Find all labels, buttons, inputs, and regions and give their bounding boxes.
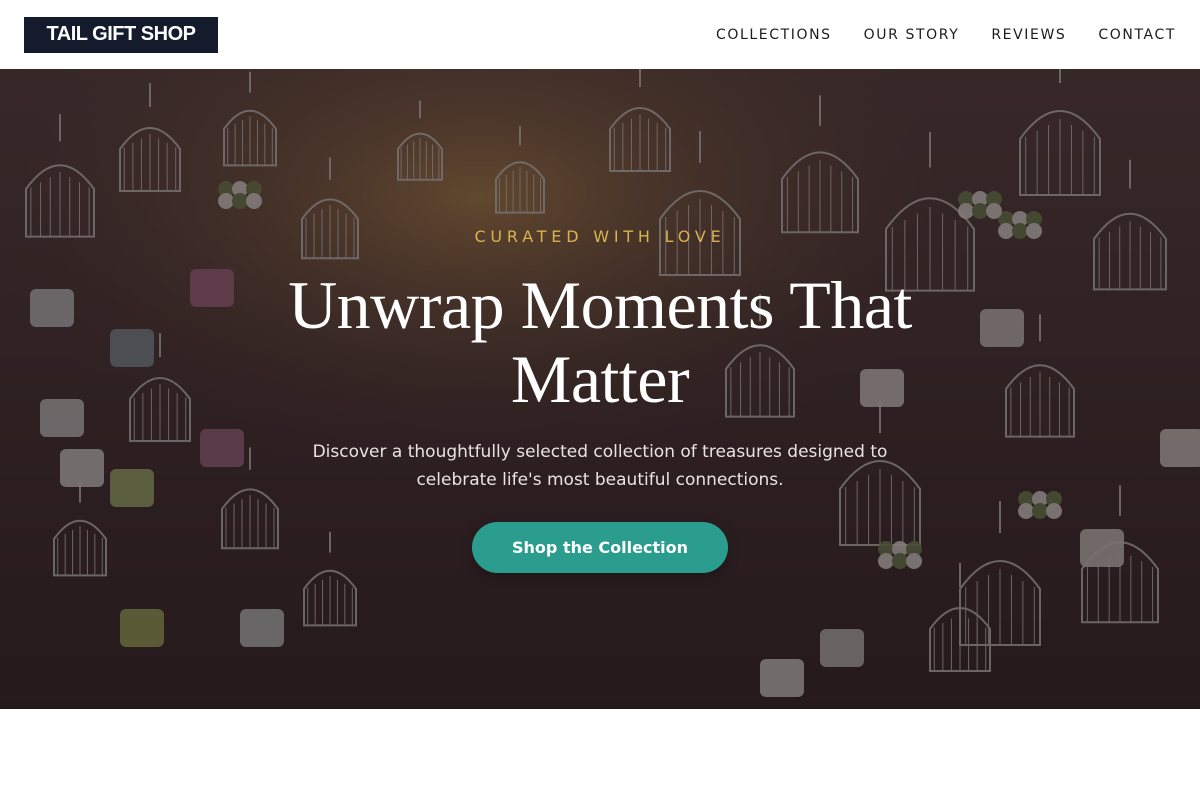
- hero-section: CURATED WITH LOVE Unwrap Moments That Ma…: [0, 69, 1200, 709]
- hero-content: CURATED WITH LOVE Unwrap Moments That Ma…: [0, 69, 1200, 709]
- nav-collections[interactable]: COLLECTIONS: [716, 27, 832, 43]
- hero-subtext: Discover a thoughtfully selected collect…: [312, 442, 888, 490]
- below-fold-area: [0, 709, 1200, 800]
- hero-headline: Unwrap Moments That Matter: [288, 267, 912, 417]
- site-header: TAIL GIFT SHOP COLLECTIONS OUR STORY REV…: [0, 0, 1200, 69]
- logo[interactable]: TAIL GIFT SHOP: [24, 16, 218, 53]
- main-nav: COLLECTIONS OUR STORY REVIEWS CONTACT: [684, 27, 1176, 43]
- hero-eyebrow: CURATED WITH LOVE: [474, 227, 726, 246]
- nav-our-story[interactable]: OUR STORY: [864, 27, 960, 43]
- nav-contact[interactable]: CONTACT: [1098, 27, 1176, 43]
- nav-reviews[interactable]: REVIEWS: [991, 27, 1066, 43]
- shop-collection-button[interactable]: Shop the Collection: [472, 522, 728, 573]
